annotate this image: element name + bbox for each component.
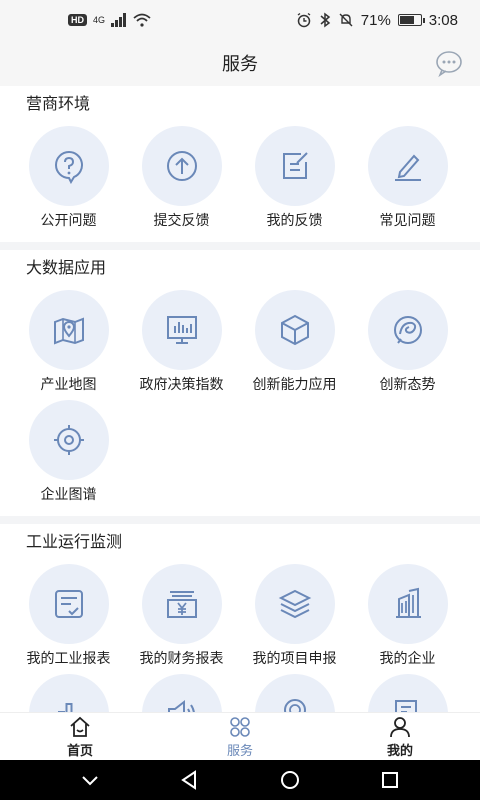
item-innovation-trend[interactable]: 创新态势 (351, 290, 464, 400)
item-label: 提交反馈 (153, 212, 210, 228)
home-circle-icon[interactable] (279, 769, 301, 791)
item-label: 我的反馈 (266, 212, 323, 228)
map-pin-icon (53, 317, 84, 345)
section-title: 大数据应用 (26, 260, 107, 277)
item-gov-decision-index[interactable]: 政府决策指数 (125, 290, 238, 400)
section-title: 营商环境 (26, 96, 91, 113)
page-title: 服务 (222, 54, 258, 74)
section-title: 工业运行监测 (26, 534, 123, 551)
item-label: 政府决策指数 (139, 376, 224, 392)
service-content: 营商环境 公开问题 提交反馈 我的反馈 常见问题 大数据应用 产业地图 政府决策… (0, 86, 480, 712)
battery-icon (397, 14, 425, 26)
item-industry-map[interactable]: 产业地图 (12, 290, 125, 400)
item-submit-feedback[interactable]: 提交反馈 (125, 126, 238, 236)
message-button[interactable] (434, 48, 464, 78)
back-icon[interactable] (179, 769, 201, 791)
bluetooth-icon (320, 12, 330, 28)
hd-badge: HD (68, 14, 87, 26)
service-grid-icon (230, 716, 250, 737)
item-label: 企业图谱 (40, 486, 97, 502)
status-bar: HD 4G 71% 3:08 (0, 0, 480, 40)
item-public-questions[interactable]: 公开问题 (12, 126, 125, 236)
edit-document-icon (282, 152, 308, 179)
speaker-icon (167, 699, 195, 712)
cube-icon (280, 314, 309, 346)
item-search-document[interactable] (351, 674, 464, 712)
item-label: 创新态势 (379, 376, 436, 392)
network-label: 4G (93, 15, 106, 25)
building-icon (395, 587, 421, 618)
item-my-project-application[interactable]: 我的项目申报 (238, 564, 351, 674)
question-bubble-icon (54, 150, 83, 184)
target-icon (53, 425, 84, 455)
monitor-chart-icon (166, 316, 197, 344)
status-right: 71% 3:08 (296, 12, 458, 29)
item-grid: 公开问题 提交反馈 我的反馈 常见问题 (0, 126, 480, 236)
item-my-finance-report[interactable]: 我的财务报表 (125, 564, 238, 674)
page-header: 服务 (0, 40, 480, 86)
item-innovation-capability[interactable]: 创新能力应用 (238, 290, 351, 400)
item-label: 我的财务报表 (139, 650, 224, 666)
item-label: 常见问题 (379, 212, 436, 228)
bottom-tab-bar: 首页 服务 我的 (0, 712, 480, 760)
upload-arrow-icon (166, 151, 197, 181)
tab-label: 服务 (226, 742, 253, 758)
award-icon (283, 699, 306, 712)
bar-chart-icon (57, 703, 72, 712)
item-my-feedback[interactable]: 我的反馈 (238, 126, 351, 236)
item-label: 产业地图 (40, 376, 97, 392)
item-enterprise-graph[interactable]: 企业图谱 (12, 400, 125, 510)
item-my-industry-report[interactable]: 我的工业报表 (12, 564, 125, 674)
item-label: 公开问题 (40, 212, 97, 228)
chevron-down-icon[interactable] (79, 769, 101, 791)
item-speaker[interactable] (125, 674, 238, 712)
alarm-icon (297, 12, 311, 28)
recents-icon[interactable] (379, 769, 401, 791)
swirl-circle-icon (393, 316, 422, 344)
item-award[interactable] (238, 674, 351, 712)
tab-label: 我的 (386, 742, 413, 758)
tab-service[interactable]: 服务 (160, 713, 320, 760)
item-bar-chart[interactable] (12, 674, 125, 712)
item-label: 创新能力应用 (252, 376, 337, 392)
search-document-icon (394, 700, 417, 712)
user-icon (390, 716, 410, 737)
section-industrial-monitoring: 工业运行监测 我的工业报表 我的财务报表 我的项目申报 我的企业 (0, 524, 480, 712)
report-icon (54, 590, 83, 618)
finance-icon (166, 591, 197, 618)
tab-home[interactable]: 首页 (0, 713, 160, 760)
tab-label: 首页 (66, 742, 93, 758)
item-label: 我的企业 (379, 650, 436, 666)
signal-icon (111, 13, 127, 27)
item-label: 我的工业报表 (26, 650, 111, 666)
section-big-data: 大数据应用 产业地图 政府决策指数 创新能力应用 创新态势 企业图谱 (0, 250, 480, 516)
item-faq[interactable]: 常见问题 (351, 126, 464, 236)
item-my-enterprise[interactable]: 我的企业 (351, 564, 464, 674)
status-left: HD 4G (68, 13, 151, 27)
tab-mine[interactable]: 我的 (320, 713, 480, 760)
pen-icon (394, 154, 421, 181)
layers-icon (278, 589, 311, 619)
chat-bubble-icon (436, 51, 462, 78)
clock: 3:08 (428, 11, 458, 29)
item-grid: 产业地图 政府决策指数 创新能力应用 创新态势 企业图谱 (0, 290, 480, 510)
section-business-environment: 营商环境 公开问题 提交反馈 我的反馈 常见问题 (0, 86, 480, 242)
battery-percent: 71% (360, 11, 391, 29)
system-nav-bar (0, 760, 480, 800)
wifi-icon (133, 13, 151, 27)
home-icon (70, 716, 90, 737)
item-label: 我的项目申报 (252, 650, 337, 666)
item-grid: 我的工业报表 我的财务报表 我的项目申报 我的企业 (0, 564, 480, 712)
mute-bell-icon (339, 13, 353, 27)
